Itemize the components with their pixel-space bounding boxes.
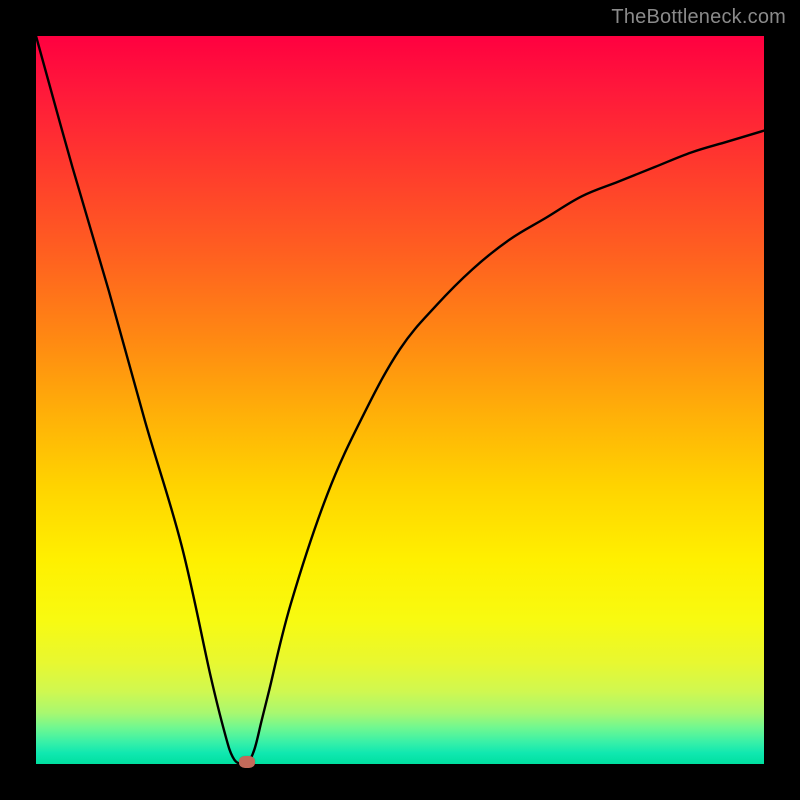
plot-area xyxy=(36,36,764,764)
optimal-point-marker xyxy=(239,756,255,768)
watermark-text: TheBottleneck.com xyxy=(611,6,786,29)
chart-frame: TheBottleneck.com xyxy=(0,0,800,800)
bottleneck-curve xyxy=(36,36,764,766)
curve-svg xyxy=(36,36,764,764)
